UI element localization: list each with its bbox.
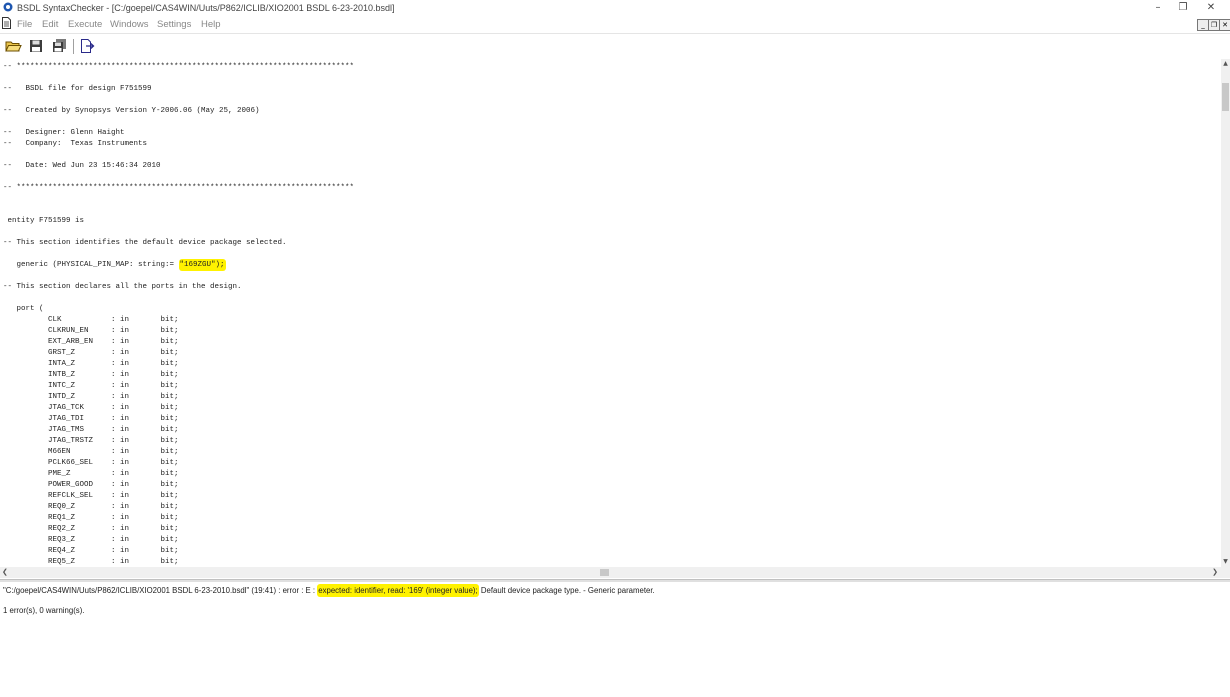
scroll-left-arrow-icon[interactable]: ❮ [2,567,8,578]
menu-settings[interactable]: Settings [157,19,191,30]
toolbar [0,33,1230,60]
error-location: "C:/goepel/CAS4WIN/Uuts/P862/ICLIB/XIO20… [3,586,316,595]
scroll-right-arrow-icon[interactable]: ❯ [1212,567,1218,578]
menu-bar: File Edit Execute Windows Settings Help … [0,16,1230,32]
child-close-button[interactable]: ✕ [1219,19,1230,31]
menu-edit[interactable]: Edit [42,19,58,30]
editor-lines-before: -- *************************************… [3,63,355,247]
scroll-down-arrow-icon[interactable]: ▼ [1221,557,1230,567]
minimize-button[interactable]: – [1148,1,1168,14]
save-all-icon[interactable] [50,38,68,54]
editor-lines-after: -- This section declares all the ports i… [3,283,242,566]
title-bar: BSDL SyntaxChecker - [C:/goepel/CAS4WIN/… [0,0,1230,16]
menu-execute[interactable]: Execute [68,19,102,30]
document-icon[interactable] [2,17,11,29]
generic-line-prefix: generic (PHYSICAL_PIN_MAP: string:= [3,261,179,269]
check-file-icon[interactable] [78,38,96,54]
window-title: BSDL SyntaxChecker - [C:/goepel/CAS4WIN/… [17,3,395,13]
scroll-up-arrow-icon[interactable]: ▲ [1221,59,1230,69]
restore-button[interactable]: ❐ [1173,1,1193,14]
error-highlight: expected: identifier, read: '169' (integ… [317,584,479,597]
toolbar-separator [73,39,74,54]
menu-help[interactable]: Help [201,19,221,30]
vertical-scroll-thumb[interactable] [1222,83,1229,111]
error-summary: 1 error(s), 0 warning(s). [3,606,85,615]
horizontal-scroll-thumb[interactable] [600,569,609,576]
menu-windows[interactable]: Windows [110,19,149,30]
horizontal-scrollbar[interactable]: ❮ ❯ [0,567,1230,578]
close-button[interactable]: ✕ [1201,1,1221,14]
error-description: Default device package type. - Generic p… [480,586,655,595]
error-message: "C:/goepel/CAS4WIN/Uuts/P862/ICLIB/XIO20… [3,584,655,597]
generic-highlight: "169ZGU"); [178,259,226,271]
code-editor[interactable]: -- *************************************… [0,59,1221,567]
menu-file[interactable]: File [17,19,32,30]
output-pane[interactable]: "C:/goepel/CAS4WIN/Uuts/P862/ICLIB/XIO20… [0,582,1230,697]
vertical-scrollbar[interactable]: ▲ ▼ [1221,59,1230,567]
editor-text: -- *************************************… [3,62,354,567]
open-folder-icon[interactable] [4,38,22,54]
save-icon[interactable] [27,38,45,54]
app-icon [3,2,13,12]
